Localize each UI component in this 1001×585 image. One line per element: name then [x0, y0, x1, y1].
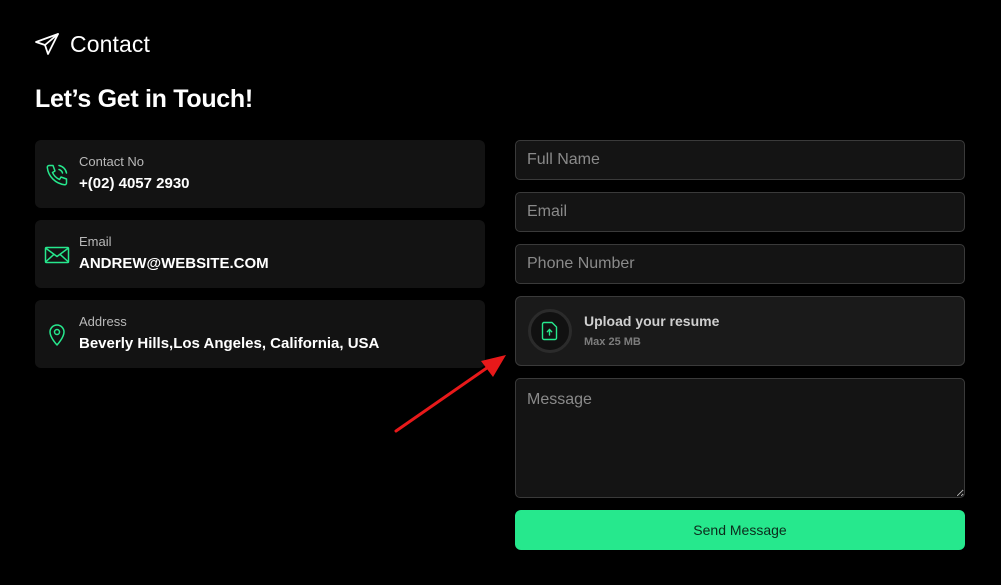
address-card: Address Beverly Hills,Los Angeles, Calif…: [35, 300, 485, 368]
envelope-icon: [44, 242, 70, 268]
email-input[interactable]: [515, 192, 965, 232]
upload-size-limit: Max 25 MB: [584, 336, 641, 348]
message-textarea[interactable]: [515, 378, 965, 498]
upload-title: Upload your resume: [584, 313, 720, 329]
email-label: Email: [79, 234, 112, 249]
phone-number-input[interactable]: [515, 244, 965, 284]
email-card: Email ANDREW@WEBSITE.COM: [35, 220, 485, 288]
page-title: Let’s Get in Touch!: [35, 85, 253, 113]
address-value: Beverly Hills,Los Angeles, California, U…: [79, 335, 380, 352]
phone-icon: [44, 162, 70, 188]
contact-number-value: +(02) 4057 2930: [79, 175, 190, 192]
paper-plane-icon: [34, 32, 60, 56]
address-label: Address: [79, 314, 127, 329]
upload-file-icon: [528, 309, 572, 353]
send-message-button[interactable]: Send Message: [515, 510, 965, 550]
section-label-text: Contact: [70, 30, 150, 57]
contact-number-label: Contact No: [79, 154, 145, 169]
email-value: ANDREW@WEBSITE.COM: [79, 255, 269, 272]
resume-upload[interactable]: Upload your resume Max 25 MB: [515, 296, 965, 366]
contact-number-card: Contact No +(02) 4057 2930: [35, 140, 485, 208]
map-pin-icon: [44, 322, 70, 348]
full-name-input[interactable]: [515, 140, 965, 180]
section-label: Contact: [34, 30, 150, 58]
